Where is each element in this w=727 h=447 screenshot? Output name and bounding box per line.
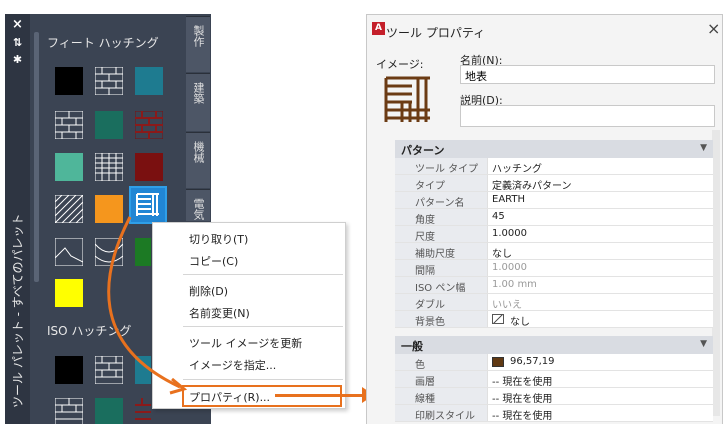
property-key: パターン名	[395, 192, 488, 209]
menu-item-specify-image[interactable]: イメージを指定...	[189, 357, 276, 373]
hatch-swatch-brick-2[interactable]	[54, 110, 84, 140]
tab-production[interactable]: 製作	[186, 16, 210, 72]
property-row[interactable]: 色 96,57,19	[395, 354, 713, 371]
section-header-pattern[interactable]: パターン ▼	[395, 140, 713, 158]
property-row[interactable]: 線種 -- 現在を使用	[395, 388, 713, 405]
property-key: 色	[395, 354, 488, 371]
close-icon[interactable]: ×	[707, 19, 720, 38]
menu-separator	[183, 274, 343, 275]
callout-arrow-line	[275, 394, 370, 397]
property-value: なし	[492, 249, 512, 260]
auto-hide-icon[interactable]: ⇅	[8, 35, 27, 51]
property-row[interactable]: 角度 45	[395, 209, 713, 226]
property-value: EARTH	[492, 194, 526, 205]
torn-edge	[0, 424, 727, 445]
property-row[interactable]: 背景色 なし	[395, 311, 713, 328]
palette-title: ツール パレット - すべてのパレット	[11, 213, 25, 408]
property-key: 線種	[395, 388, 488, 405]
description-input[interactable]	[460, 105, 715, 127]
hatch-swatch-teal[interactable]	[135, 67, 163, 95]
property-value: -- 現在を使用	[492, 411, 553, 422]
property-key: 印刷スタイル	[395, 405, 488, 422]
hatch-swatch-maroon[interactable]	[135, 153, 163, 181]
property-key: 尺度	[395, 226, 488, 243]
dialog-title: ツール プロパティ	[386, 26, 486, 40]
hatch-swatch-darkteal[interactable]	[95, 111, 123, 139]
autocad-app-icon: A	[372, 22, 385, 35]
section-header-feet-hatch: フィート ハッチング	[47, 36, 159, 50]
menu-separator	[183, 326, 343, 327]
menu-item-update-image[interactable]: ツール イメージを更新	[189, 335, 302, 351]
hatch-swatch-brick[interactable]	[94, 66, 124, 96]
property-value: 1.0000	[492, 228, 527, 239]
hatch-swatch-solid-black[interactable]	[55, 67, 83, 95]
property-value: 1.00 mm	[492, 279, 537, 290]
property-value: 1.0000	[492, 262, 527, 273]
callout-curve	[107, 216, 188, 395]
property-key: ダブル	[395, 294, 488, 311]
tab-mechanical[interactable]: 機械	[186, 132, 210, 188]
property-key: 間隔	[395, 260, 488, 277]
property-value: 96,57,19	[510, 356, 555, 367]
color-swatch	[492, 357, 504, 367]
property-value: 45	[492, 211, 505, 222]
property-key: 画層	[395, 371, 488, 388]
properties-scrollbar[interactable]	[712, 130, 720, 416]
property-row[interactable]: ISO ペン幅 1.00 mm	[395, 277, 713, 294]
property-key: 背景色	[395, 311, 488, 328]
image-label: イメージ:	[376, 58, 424, 71]
hatch-swatch-green[interactable]	[55, 153, 83, 181]
section-header-general[interactable]: 一般 ▼	[395, 336, 713, 354]
property-key: 補助尺度	[395, 243, 488, 260]
hatch-swatch-maroon-brick[interactable]	[134, 110, 164, 140]
tool-image-preview	[382, 74, 434, 126]
property-row[interactable]: ツール タイプ ハッチング	[395, 158, 713, 175]
property-value: -- 現在を使用	[492, 377, 553, 388]
property-key: ツール タイプ	[395, 158, 488, 175]
close-icon[interactable]: ×	[8, 17, 27, 33]
property-row[interactable]: パターン名 EARTH	[395, 192, 713, 209]
property-row[interactable]: 補助尺度 なし	[395, 243, 713, 260]
property-value: いいえ	[492, 300, 522, 311]
tab-architecture[interactable]: 建築	[186, 73, 210, 131]
none-color-icon	[492, 314, 504, 324]
property-value: 定義済みパターン	[492, 181, 572, 192]
palette-scrollbar[interactable]	[34, 32, 39, 282]
menu-separator	[183, 379, 343, 380]
property-row[interactable]: 尺度 1.0000	[395, 226, 713, 243]
name-input[interactable]: 地表	[460, 65, 715, 84]
property-value: なし	[510, 317, 530, 328]
collapse-icon[interactable]: ▼	[700, 339, 707, 349]
property-value: -- 現在を使用	[492, 394, 553, 405]
property-row[interactable]: 印刷スタイル -- 現在を使用	[395, 405, 713, 422]
property-row[interactable]: タイプ 定義済みパターン	[395, 175, 713, 192]
property-key: 角度	[395, 209, 488, 226]
property-key: ISO ペン幅	[395, 277, 488, 294]
settings-icon[interactable]: ✱	[8, 52, 27, 68]
property-value: ハッチング	[492, 164, 542, 175]
collapse-icon[interactable]: ▼	[700, 143, 707, 153]
property-row[interactable]: ダブル いいえ	[395, 294, 713, 311]
hatch-swatch-grid[interactable]	[94, 152, 124, 182]
property-row[interactable]: 画層 -- 現在を使用	[395, 371, 713, 388]
property-key: タイプ	[395, 175, 488, 192]
property-row[interactable]: 間隔 1.0000	[395, 260, 713, 277]
